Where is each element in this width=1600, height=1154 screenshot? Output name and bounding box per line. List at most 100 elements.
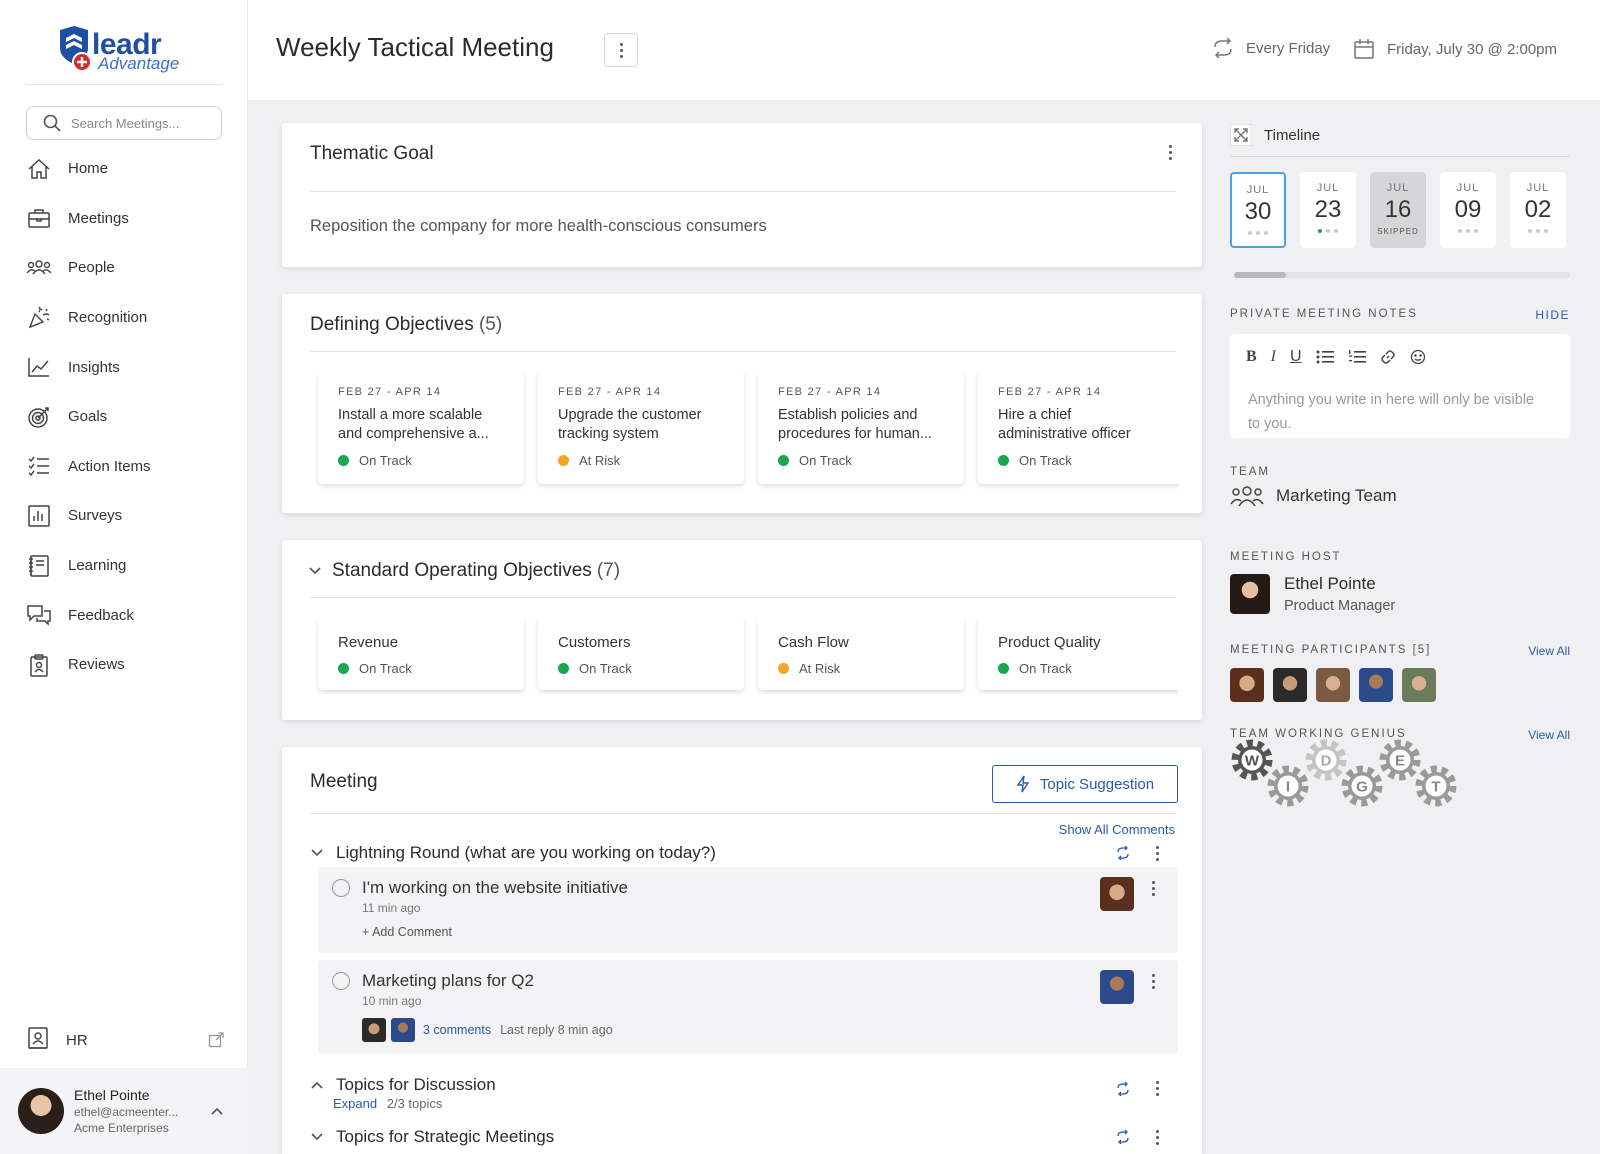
status-badge: On Track	[558, 661, 724, 676]
kebab-icon[interactable]	[1152, 1081, 1162, 1096]
timeline-day[interactable]: JUL 02	[1510, 172, 1566, 248]
expand-link[interactable]: Expand	[333, 1096, 377, 1111]
objective-name: Establish policies and procedures for hu…	[778, 407, 932, 442]
defining-objectives-title: Defining Objectives (5)	[310, 314, 502, 336]
sync-icon[interactable]	[1116, 846, 1130, 860]
kebab-icon	[616, 42, 626, 58]
timeline-day[interactable]: JUL 16 SKIPPED	[1370, 172, 1426, 248]
sidebar-item-label: Action Items	[68, 457, 151, 475]
search-input[interactable]: Search Meetings...	[26, 106, 222, 140]
sidebar-item-goals[interactable]: Goals	[0, 392, 248, 442]
avatar[interactable]	[1273, 668, 1307, 702]
agenda-section-lightning[interactable]: Lightning Round (what are you working on…	[310, 841, 1180, 865]
avatar[interactable]	[1316, 668, 1350, 702]
complete-radio[interactable]	[332, 879, 350, 897]
topic-suggestion-button[interactable]: Topic Suggestion	[992, 765, 1178, 803]
divider	[310, 191, 1176, 192]
objective-card[interactable]: FEB 27 - APR 14 Establish policies and p…	[758, 372, 964, 484]
sop-objective-card[interactable]: Customers On Track	[538, 618, 744, 690]
view-all-genius-link[interactable]: View All	[1528, 728, 1570, 742]
briefcase-icon	[28, 209, 50, 229]
gear-letter: G	[1356, 779, 1368, 796]
view-all-participants-link[interactable]: View All	[1528, 644, 1570, 658]
status-text: At Risk	[579, 453, 621, 468]
kebab-icon[interactable]	[1152, 845, 1162, 861]
sidebar-item-feedback[interactable]: Feedback	[0, 590, 248, 640]
expand-icon[interactable]	[1230, 124, 1252, 146]
kebab-icon[interactable]	[1152, 1129, 1162, 1145]
sidebar-item-hr[interactable]: HR	[0, 1018, 248, 1062]
user-profile[interactable]: Ethel Pointe ethel@acmeenter... Acme Ent…	[0, 1068, 248, 1154]
sidebar-item-action-items[interactable]: Action Items	[0, 442, 248, 492]
sidebar-item-label: Surveys	[68, 507, 123, 525]
add-comment-link[interactable]: + Add Comment	[362, 925, 452, 939]
sidebar-item-reviews[interactable]: Reviews	[0, 640, 248, 690]
avatar[interactable]	[1230, 668, 1264, 702]
logo[interactable]: leadr Advantage	[58, 26, 198, 76]
private-notes-editor[interactable]: B I U Anything you write in here will on…	[1230, 334, 1570, 438]
avatar[interactable]	[1402, 668, 1436, 702]
show-all-comments-link[interactable]: Show All Comments	[1059, 822, 1175, 837]
sop-title[interactable]: Standard Operating Objectives (7)	[308, 560, 620, 582]
agenda-section-discussion[interactable]: Topics for Discussion	[310, 1073, 1180, 1097]
complete-radio[interactable]	[332, 972, 350, 990]
status-text: At Risk	[799, 661, 841, 676]
people-icon	[1230, 486, 1264, 507]
notes-toolbar: B I U	[1246, 348, 1426, 366]
gear-letter: I	[1286, 779, 1290, 796]
sidebar-item-home[interactable]: Home	[0, 144, 248, 194]
comments-link[interactable]: 3 comments	[423, 1023, 491, 1037]
kebab-icon[interactable]	[1148, 881, 1158, 896]
underline-icon[interactable]: U	[1290, 348, 1302, 366]
section-title: Standard Operating Objectives	[332, 560, 592, 581]
day-number: 23	[1314, 196, 1342, 223]
day-number: 02	[1524, 196, 1552, 223]
avatar[interactable]	[1359, 668, 1393, 702]
sidebar-item-label: Insights	[68, 358, 120, 376]
objective-card[interactable]: FEB 27 - APR 14 Upgrade the customer tra…	[538, 372, 744, 484]
sidebar-item-people[interactable]: People	[0, 243, 248, 293]
numbered-list-icon[interactable]	[1348, 349, 1366, 365]
sidebar-item-surveys[interactable]: Surveys	[0, 491, 248, 541]
sidebar-item-label: People	[68, 259, 115, 277]
bullet-list-icon[interactable]	[1316, 349, 1334, 365]
objective-date: FEB 27 - APR 14	[558, 386, 662, 398]
sidebar-item-meetings[interactable]: Meetings	[0, 194, 248, 244]
timeline-day[interactable]: JUL 23	[1300, 172, 1356, 248]
meeting-options-button[interactable]	[604, 33, 638, 67]
objective-card[interactable]: FEB 27 - APR 14 Hire a chief administrat…	[978, 372, 1178, 484]
day-dots	[1300, 229, 1356, 233]
sop-objective-card[interactable]: Cash Flow At Risk	[758, 618, 964, 690]
chevron-up-icon[interactable]	[210, 1106, 224, 1116]
sync-icon[interactable]	[1116, 1081, 1130, 1096]
bold-icon[interactable]: B	[1246, 348, 1257, 366]
objective-card[interactable]: FEB 27 - APR 14 Install a more scalable …	[318, 372, 524, 484]
sidebar-item-label: Goals	[68, 408, 108, 426]
kebab-icon[interactable]	[1148, 974, 1158, 989]
day-month: JUL	[1316, 182, 1340, 194]
timeline-scrollbar[interactable]	[1234, 272, 1570, 278]
sidebar-item-insights[interactable]: Insights	[0, 342, 248, 392]
timeline-day[interactable]: JUL 09	[1440, 172, 1496, 248]
emoji-icon[interactable]	[1410, 349, 1426, 365]
agenda-item[interactable]: Marketing plans for Q2 10 min ago 3 comm…	[318, 960, 1178, 1054]
bar-chart-icon	[28, 505, 50, 527]
sidebar-item-learning[interactable]: Learning	[0, 541, 248, 591]
kebab-icon[interactable]	[1165, 145, 1175, 160]
sidebar-item-label: Feedback	[68, 606, 134, 624]
sop-row: Revenue On Track Customers On Track Cash…	[316, 618, 1178, 700]
agenda-section-strategic[interactable]: Topics for Strategic Meetings	[310, 1125, 1180, 1149]
agenda-item[interactable]: I'm working on the website initiative 11…	[318, 867, 1178, 953]
link-icon[interactable]	[1380, 349, 1396, 365]
objective-name: Revenue	[338, 634, 399, 651]
italic-icon[interactable]: I	[1271, 348, 1276, 366]
sop-objective-card[interactable]: Product Quality On Track	[978, 618, 1178, 690]
sidebar-item-recognition[interactable]: Recognition	[0, 293, 248, 343]
sidebar-nav: Home Meetings People Recognition Insight…	[0, 144, 248, 690]
sync-icon[interactable]	[1116, 1130, 1130, 1144]
hide-notes-button[interactable]: HIDE	[1535, 308, 1570, 322]
timeline-day[interactable]: JUL 30	[1230, 172, 1286, 248]
party-icon	[28, 306, 50, 328]
status-badge: At Risk	[778, 661, 944, 676]
sop-objective-card[interactable]: Revenue On Track	[318, 618, 524, 690]
